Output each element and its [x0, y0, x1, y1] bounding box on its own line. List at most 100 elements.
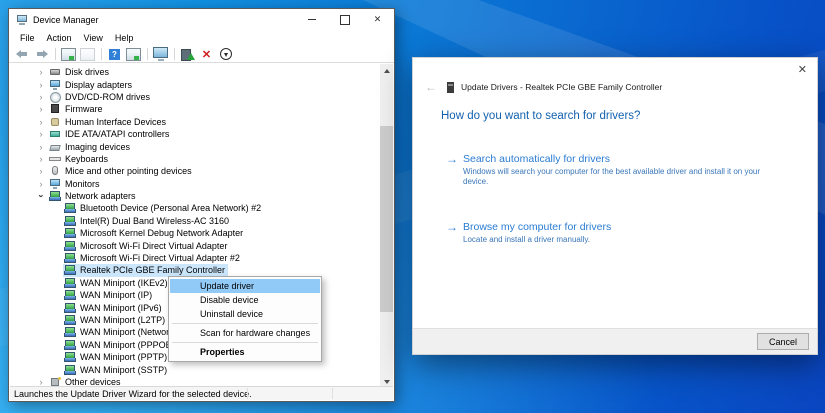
- tree-item[interactable]: WAN Miniport (SSTP): [10, 363, 393, 375]
- toolbar-separator[interactable]: [52, 47, 58, 62]
- tree-item[interactable]: Human Interface Devices: [10, 116, 393, 128]
- maximize-button[interactable]: [328, 9, 361, 30]
- tree-item-label: WAN Miniport (PPPOE): [80, 339, 175, 350]
- menu-item[interactable]: Action: [41, 30, 78, 46]
- window-title: Device Manager: [33, 14, 99, 25]
- tree-item[interactable]: Network adapters: [10, 190, 393, 202]
- expander-icon[interactable]: [34, 191, 48, 201]
- device-icon: [49, 166, 61, 176]
- tree-item[interactable]: Microsoft Wi-Fi Direct Virtual Adapter: [10, 239, 393, 251]
- tree-item[interactable]: Microsoft Kernel Debug Network Adapter: [10, 227, 393, 239]
- menu-item[interactable]: View: [78, 30, 109, 46]
- export-list-icon[interactable]: [79, 47, 96, 62]
- tree-item-label: Realtek PCIe GBE Family Controller: [80, 265, 226, 276]
- expander-icon[interactable]: [34, 104, 48, 114]
- tree-item[interactable]: Mice and other pointing devices: [10, 165, 393, 177]
- scrollbar-thumb[interactable]: [380, 126, 393, 312]
- tree-item[interactable]: Bluetooth Device (Personal Area Network)…: [10, 202, 393, 214]
- uninstall-device-icon[interactable]: [198, 47, 215, 62]
- menu-bar: File Action View Help: [9, 30, 394, 46]
- menu-item[interactable]: File: [14, 30, 41, 46]
- tree-item-label: Disk drives: [65, 67, 110, 78]
- tree-item-label: Keyboards: [65, 153, 109, 164]
- tree-item-label: Network adapters: [65, 191, 136, 202]
- option-description: Windows will search your computer for th…: [463, 167, 761, 186]
- device-icon: [64, 302, 76, 313]
- computer-icon[interactable]: [152, 47, 169, 62]
- tree-item-label: WAN Miniport (IP): [80, 290, 153, 301]
- expander-icon[interactable]: [34, 92, 48, 102]
- tree-item-label: WAN Miniport (IKEv2): [80, 277, 168, 288]
- vertical-scrollbar[interactable]: [380, 64, 393, 388]
- device-icon: [64, 203, 76, 214]
- device-icon: [64, 352, 76, 363]
- toolbar-separator[interactable]: [98, 47, 104, 62]
- expander-icon[interactable]: [34, 142, 48, 152]
- tree-item[interactable]: Intel(R) Dual Band Wireless-AC 3160: [10, 215, 393, 227]
- tree-item[interactable]: Monitors: [10, 178, 393, 190]
- device-icon: [49, 154, 61, 164]
- update-drivers-dialog: ✕ ← Update Drivers - Realtek PCIe GBE Fa…: [412, 57, 818, 355]
- device-icon: [49, 104, 61, 114]
- context-menu-item[interactable]: Update driver: [170, 279, 320, 293]
- tree-item[interactable]: Keyboards: [10, 153, 393, 165]
- context-menu-item[interactable]: Uninstall device: [170, 307, 320, 321]
- expander-icon[interactable]: [34, 129, 48, 139]
- expander-icon[interactable]: [34, 117, 48, 127]
- toolbar-separator[interactable]: [171, 47, 177, 62]
- tree-item[interactable]: IDE ATA/ATAPI controllers: [10, 128, 393, 140]
- properties-window-icon[interactable]: [125, 47, 142, 62]
- back-icon[interactable]: [14, 47, 31, 62]
- expander-icon[interactable]: [34, 154, 48, 164]
- tree-item[interactable]: Disk drives: [10, 66, 393, 78]
- context-menu-item[interactable]: Disable device: [170, 293, 320, 307]
- driver-icon: [447, 81, 454, 93]
- expander-icon[interactable]: [34, 166, 48, 176]
- expander-icon[interactable]: [34, 179, 48, 189]
- device-icon: [64, 315, 76, 325]
- scan-hardware-changes-icon[interactable]: [217, 47, 234, 62]
- device-icon: [49, 142, 61, 152]
- status-separator: [247, 388, 248, 399]
- tree-item-label: IDE ATA/ATAPI controllers: [65, 129, 170, 140]
- expander-icon[interactable]: [34, 67, 48, 77]
- tree-item[interactable]: Realtek PCIe GBE Family Controller: [10, 264, 393, 277]
- back-arrow-icon[interactable]: ←: [425, 80, 447, 94]
- context-menu-item[interactable]: Properties: [170, 345, 320, 359]
- option-description: Locate and install a driver manually.: [463, 235, 591, 244]
- search-automatically-option[interactable]: → Search automatically for drivers Windo…: [446, 153, 763, 186]
- tree-item-label: WAN Miniport (PPTP): [80, 352, 168, 363]
- tree-item[interactable]: DVD/CD-ROM drives: [10, 91, 393, 103]
- close-button[interactable]: [361, 9, 394, 30]
- tree-item-label: Microsoft Kernel Debug Network Adapter: [80, 228, 244, 239]
- tree-item[interactable]: Display adapters: [10, 78, 393, 90]
- context-menu-item[interactable]: Scan for hardware changes: [170, 326, 320, 340]
- browse-computer-option[interactable]: → Browse my computer for drivers Locate …: [446, 221, 611, 245]
- tree-item-label: Intel(R) Dual Band Wireless-AC 3160: [80, 215, 230, 226]
- minimize-button[interactable]: [295, 9, 328, 30]
- toolbar-separator[interactable]: [144, 47, 150, 62]
- expander-icon[interactable]: [34, 80, 48, 90]
- update-driver-icon[interactable]: [179, 47, 196, 62]
- tree-item-label: Imaging devices: [65, 141, 131, 152]
- dialog-close-icon[interactable]: ✕: [798, 63, 807, 76]
- scroll-up-icon[interactable]: [380, 64, 393, 77]
- device-icon: [49, 79, 61, 90]
- device-icon: [64, 364, 76, 375]
- device-icon: [64, 240, 76, 251]
- cancel-button[interactable]: Cancel: [757, 333, 809, 350]
- tree-item[interactable]: Imaging devices: [10, 140, 393, 152]
- menu-item[interactable]: Help: [109, 30, 140, 46]
- show-console-tree-icon[interactable]: [60, 47, 77, 62]
- device-icon: [64, 228, 76, 239]
- tree-item[interactable]: Firmware: [10, 103, 393, 115]
- status-bar: Launches the Update Driver Wizard for th…: [10, 386, 393, 400]
- tree-item-label: Firmware: [65, 104, 103, 115]
- device-icon: [49, 129, 61, 139]
- device-icon: [49, 91, 61, 103]
- forward-icon[interactable]: [33, 47, 50, 62]
- help-icon[interactable]: [106, 47, 123, 62]
- device-icon: [64, 265, 76, 276]
- tree-item[interactable]: Microsoft Wi-Fi Direct Virtual Adapter #…: [10, 252, 393, 264]
- context-menu: Update driver Disable device Uninstall d…: [168, 276, 322, 362]
